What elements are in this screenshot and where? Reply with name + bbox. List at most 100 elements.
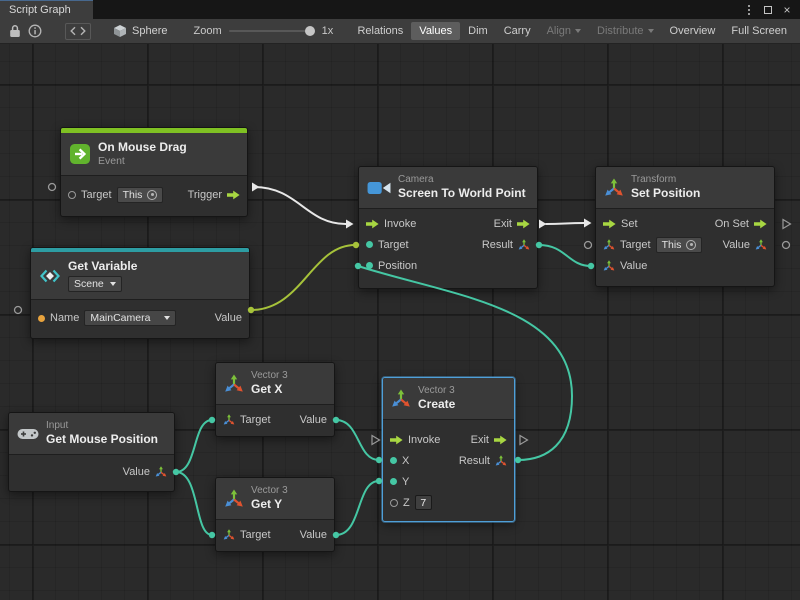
graph-target-name: Sphere [132,25,167,37]
port-row: Name MainCamera Value [31,304,249,332]
port-invoke[interactable]: Invoke [366,218,416,230]
node-vector3-create[interactable]: Vector 3 Create Invoke Exit X Result [382,377,515,522]
node-header: Vector 3 Get X [216,363,334,405]
node-on-mouse-drag[interactable]: On Mouse Drag Event Target This Trigger [60,127,248,217]
toolbar-button-dim[interactable]: Dim [460,22,496,40]
vector3-port-icon [223,414,235,426]
info-button[interactable] [25,21,45,41]
chevron-down-icon [575,29,581,33]
flow-arrow-icon [494,435,507,445]
port-trigger[interactable]: Trigger [188,189,240,201]
port-value-input[interactable]: Value [603,260,647,272]
port-target[interactable]: Target [223,414,271,426]
port-z[interactable]: Z 7 [390,495,432,510]
variable-scope-dropdown[interactable]: Scene [68,276,122,292]
node-get-y[interactable]: Vector 3 Get Y Target Value [215,477,335,552]
port-set[interactable]: Set [603,218,638,230]
node-get-mouse-position[interactable]: Input Get Mouse Position Value [8,412,175,492]
node-title: Set Position [631,186,700,201]
variable-name-dropdown[interactable]: MainCamera [84,310,176,326]
z-value-field[interactable]: 7 [415,495,432,510]
object-picker-icon [147,190,157,200]
node-subtitle: Event [98,155,187,168]
port-y[interactable]: Y [390,476,409,488]
flow-arrow-icon [227,190,240,200]
zoom-value: 1x [322,25,334,37]
toolbar-button-full-screen[interactable]: Full Screen [723,22,795,40]
chevron-down-icon [110,282,116,286]
port-target[interactable]: Target [366,239,409,251]
port-result[interactable]: Result [459,455,507,467]
zoom-label: Zoom [193,25,221,37]
flow-arrow-icon [603,219,616,229]
camera-icon [367,179,391,197]
port-dot [366,262,373,269]
flow-arrow-icon [390,435,403,445]
object-field[interactable]: This [117,187,164,203]
code-icon [70,26,86,36]
vector3-port-icon [603,239,615,251]
toolbar-button-distribute[interactable]: Distribute [589,22,661,40]
port-row: Set On Set [596,213,774,234]
port-row: Target Value [216,524,334,545]
port-label: Set [621,218,638,230]
node-set-position[interactable]: Transform Set Position Set On Set Target… [595,166,775,287]
port-result[interactable]: Result [482,239,530,251]
port-value-output[interactable]: Value [300,529,327,541]
toolbar-button-values[interactable]: Values [411,22,460,40]
vector3-port-icon [223,529,235,541]
port-value-output[interactable]: Value [215,312,242,324]
port-row: Invoke Exit [359,213,537,234]
port-dot [390,457,397,464]
port-name[interactable]: Name MainCamera [38,310,176,326]
port-label: Target [240,529,271,541]
toolbar-button-overview[interactable]: Overview [662,22,724,40]
port-label: Trigger [188,189,222,201]
port-value-output[interactable]: Value [123,466,167,478]
vector3-port-icon [518,239,530,251]
toolbar-button-relations[interactable]: Relations [349,22,411,40]
button-label: Relations [357,25,403,37]
node-screen-to-world-point[interactable]: Camera Screen To World Point Invoke Exit… [358,166,538,289]
port-value-output[interactable]: Value [723,239,767,251]
graph-target-breadcrumb[interactable]: Sphere [113,24,167,38]
port-target[interactable]: Target This [68,187,163,203]
port-invoke[interactable]: Invoke [390,434,440,446]
port-x[interactable]: X [390,455,409,467]
object-field-value: This [123,189,143,201]
port-on-set[interactable]: On Set [715,218,767,230]
lock-button[interactable] [5,21,25,41]
tab-script-graph[interactable]: Script Graph [0,0,93,19]
object-field[interactable]: This [656,237,703,253]
port-row: Target This Trigger [61,180,247,210]
toolbar-button-carry[interactable]: Carry [496,22,539,40]
gameobject-cube-icon [113,24,127,38]
port-exit[interactable]: Exit [494,218,530,230]
window-menu-button[interactable] [741,2,757,18]
node-get-x[interactable]: Vector 3 Get X Target Value [215,362,335,437]
code-view-button[interactable] [65,23,91,40]
button-label: Distribute [597,25,643,37]
node-header: Transform Set Position [596,167,774,209]
window-close-button[interactable]: × [779,2,795,18]
port-label: Target [81,189,112,201]
port-label: Target [620,239,651,251]
zoom-slider[interactable] [229,25,315,37]
button-label: Carry [504,25,531,37]
port-target[interactable]: Target This [603,237,702,253]
zoom-slider-handle[interactable] [305,26,315,36]
window-maximize-button[interactable] [760,2,776,18]
port-value-output[interactable]: Value [300,414,327,426]
port-dot [68,191,76,199]
port-target[interactable]: Target [223,529,271,541]
port-exit[interactable]: Exit [471,434,507,446]
object-field-value: This [662,239,682,251]
node-get-variable[interactable]: Get Variable Scene Name MainCamera Value [30,247,250,339]
node-header: Input Get Mouse Position [9,413,174,455]
port-position[interactable]: Position [366,260,417,272]
port-row: Position [359,255,537,276]
toolbar-button-align[interactable]: Align [539,22,589,40]
window-tab-bar: Script Graph × [0,0,800,19]
port-label: Result [459,455,490,467]
port-row: Target This Value [596,234,774,255]
